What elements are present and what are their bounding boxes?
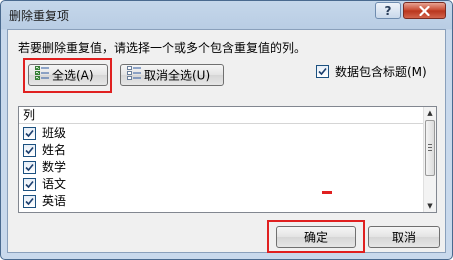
instruction-text: 若要删除重复值，请选择一个或多个包含重复值的列。 — [18, 41, 307, 55]
remove-duplicates-dialog: 删除重复项 ? 若要删除重复值，请选择一个或多个包含重复值的列。 全选(A) 取… — [0, 0, 453, 260]
select-all-icon — [35, 65, 49, 86]
scroll-grip — [428, 144, 432, 145]
cancel-label: 取消 — [391, 230, 416, 245]
column-item-label: 英语 — [42, 194, 67, 208]
checkbox-checked-icon — [23, 144, 36, 157]
checkbox-checked-icon — [316, 65, 329, 78]
column-list-scrollbar[interactable]: ▲ ▼ — [423, 107, 436, 212]
column-list[interactable]: 列 班级 姓名 数学 语文 英语 ▲ ▼ — [18, 106, 437, 213]
column-item-label: 数学 — [42, 160, 67, 174]
ok-label: 确定 — [303, 230, 328, 245]
dialog-title: 删除重复项 — [9, 9, 70, 23]
checkbox-checked-icon — [23, 195, 36, 208]
title-bar[interactable]: 删除重复项 ? — [1, 1, 452, 29]
checkbox-checked-icon — [23, 161, 36, 174]
column-item-name[interactable]: 姓名 — [23, 142, 66, 159]
has-headers-label: 数据包含标题(M) — [335, 65, 427, 79]
ok-button[interactable]: 确定 — [276, 226, 356, 248]
dialog-body: 若要删除重复值，请选择一个或多个包含重复值的列。 全选(A) 取消全选(U) 数… — [7, 29, 446, 253]
help-button[interactable]: ? — [375, 2, 401, 19]
column-item-math[interactable]: 数学 — [23, 159, 66, 176]
unselect-all-button[interactable]: 取消全选(U) — [120, 64, 224, 86]
scroll-grip — [428, 150, 432, 151]
close-button[interactable] — [403, 2, 446, 19]
red-mark — [322, 191, 332, 194]
select-all-label: 全选(A) — [52, 68, 94, 83]
column-item-label: 班级 — [42, 126, 67, 140]
scroll-thumb[interactable] — [425, 120, 435, 176]
cancel-button[interactable]: 取消 — [368, 226, 440, 248]
unselect-all-label: 取消全选(U) — [144, 68, 211, 83]
column-item-label: 语文 — [42, 177, 67, 191]
scroll-down-icon[interactable]: ▼ — [424, 200, 436, 212]
column-item-label: 姓名 — [42, 143, 67, 157]
select-all-button[interactable]: 全选(A) — [28, 64, 108, 86]
column-item-english[interactable]: 英语 — [23, 193, 66, 210]
help-icon: ? — [384, 4, 392, 18]
checkbox-checked-icon — [23, 127, 36, 140]
unselect-all-icon — [127, 65, 141, 86]
column-list-header: 列 — [19, 107, 426, 124]
column-item-class[interactable]: 班级 — [23, 125, 66, 142]
scroll-up-icon[interactable]: ▲ — [424, 107, 436, 119]
has-headers-checkbox[interactable]: 数据包含标题(M) — [316, 63, 427, 80]
scroll-grip — [428, 147, 432, 148]
column-item-chinese[interactable]: 语文 — [23, 176, 66, 193]
close-icon — [419, 6, 430, 16]
checkbox-checked-icon — [23, 178, 36, 191]
